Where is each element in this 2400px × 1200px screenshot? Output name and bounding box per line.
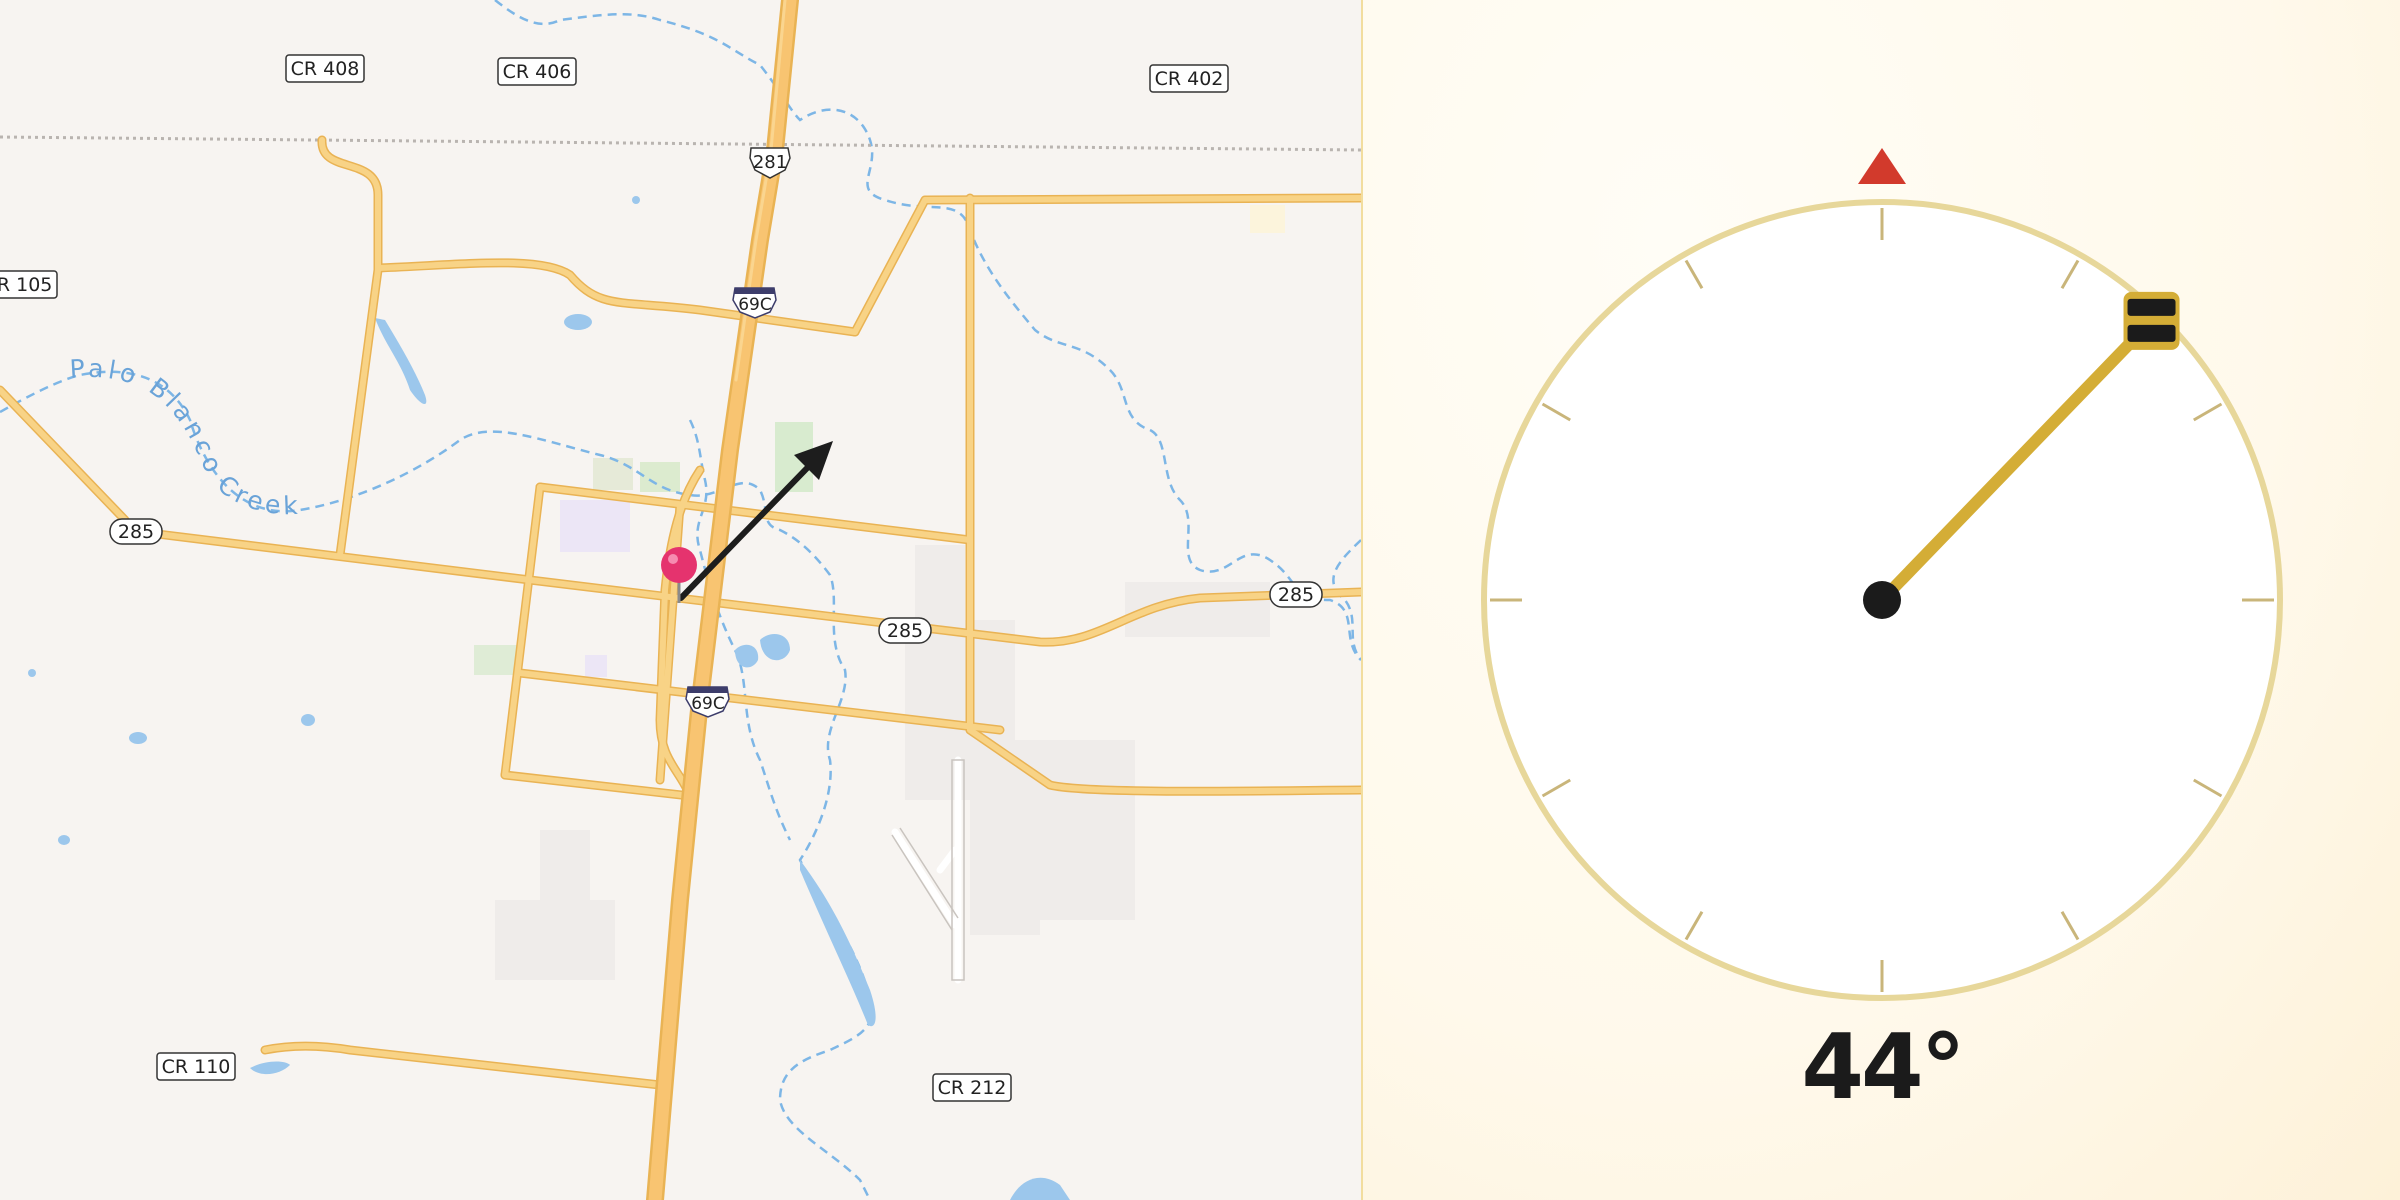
compass-hub	[1863, 581, 1901, 619]
heading-handle-icon[interactable]	[2123, 291, 2180, 350]
compass-dial[interactable]	[0, 0, 2400, 1200]
north-marker-icon	[1858, 148, 1906, 184]
heading-readout: 44°	[1801, 1015, 1965, 1120]
